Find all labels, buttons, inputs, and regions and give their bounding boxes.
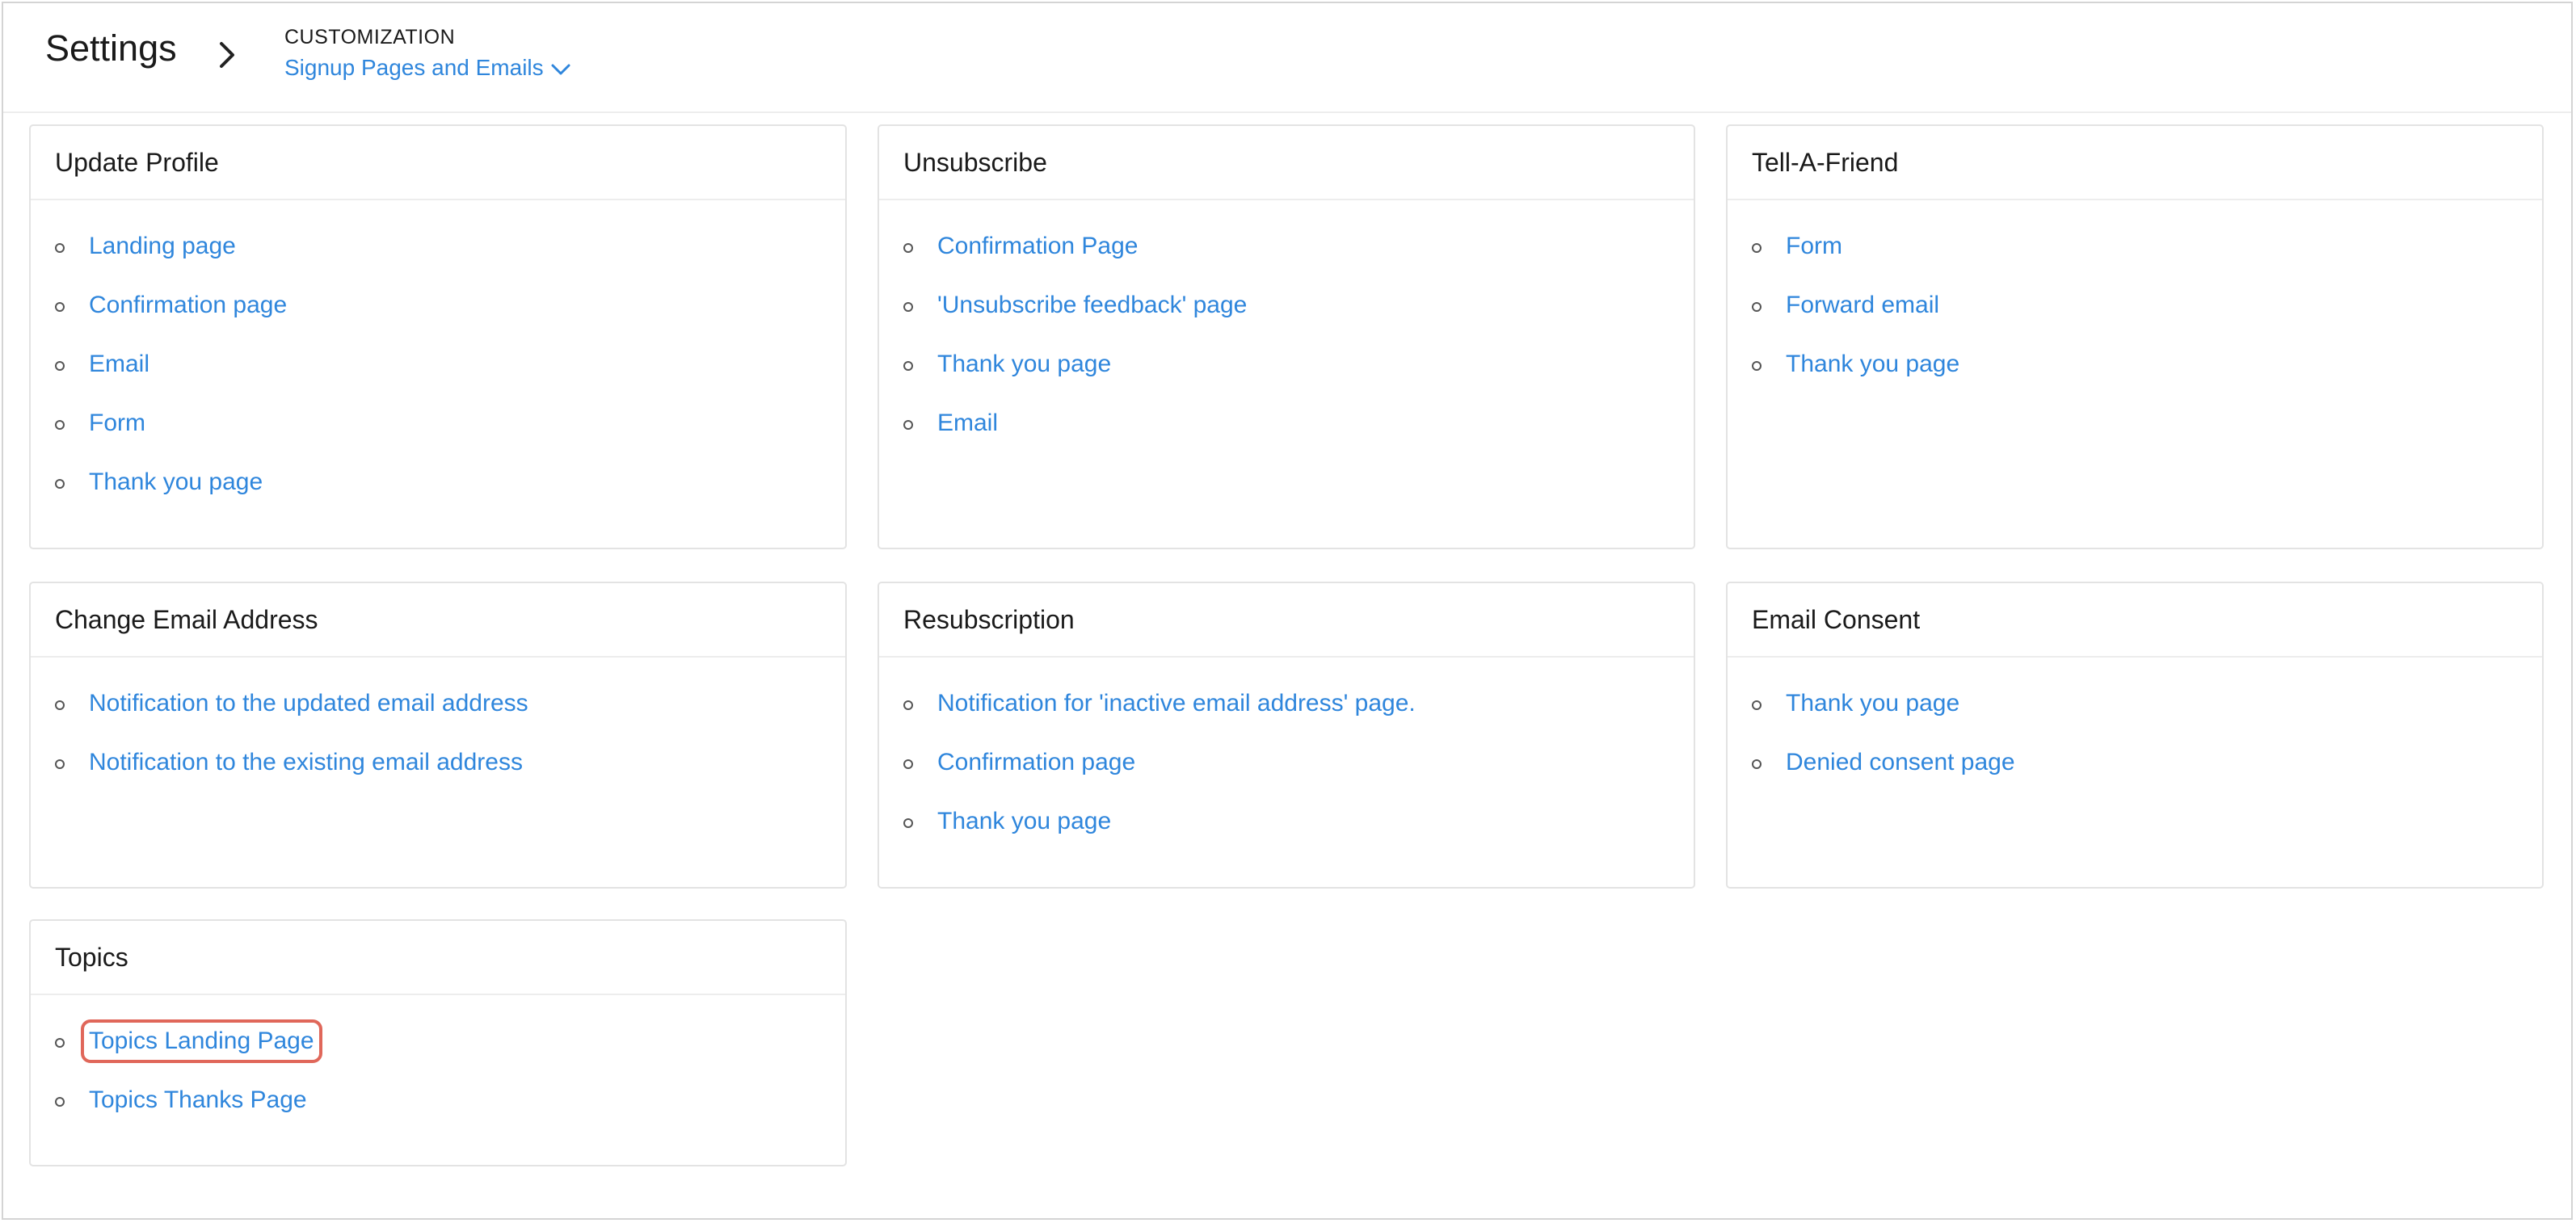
card-title: Topics: [31, 921, 845, 995]
list-item: Notification for 'inactive email address…: [879, 690, 1694, 752]
bullet-icon: [1752, 243, 1762, 253]
card-email-consent: Email Consent Thank you page Denied cons…: [1726, 582, 2544, 889]
bullet-icon: [55, 361, 65, 371]
list-item: Notification to the existing email addre…: [31, 749, 845, 811]
list-item: Email: [31, 351, 845, 413]
list-item: Confirmation Page: [879, 233, 1694, 295]
link-denied-consent-page[interactable]: Denied consent page: [1786, 749, 2015, 776]
breadcrumb-page-dropdown[interactable]: Signup Pages and Emails: [284, 55, 571, 81]
link-thank-you-page[interactable]: Thank you page: [89, 469, 263, 496]
link-email[interactable]: Email: [937, 410, 998, 437]
list-item: Denied consent page: [1728, 749, 2542, 811]
chevron-down-icon: [551, 64, 570, 75]
list-item: Thank you page: [879, 351, 1694, 413]
card-title: Update Profile: [31, 126, 845, 200]
list-item: Thank you page: [31, 469, 845, 531]
link-confirmation-page[interactable]: Confirmation Page: [937, 233, 1138, 260]
link-form[interactable]: Form: [89, 410, 145, 437]
bullet-icon: [55, 759, 65, 769]
card-title: Tell-A-Friend: [1728, 126, 2542, 200]
list-item: Form: [1728, 233, 2542, 295]
bullet-icon: [1752, 700, 1762, 710]
bullet-icon: [55, 243, 65, 253]
card-title: Email Consent: [1728, 583, 2542, 658]
link-thank-you-page[interactable]: Thank you page: [1786, 690, 1959, 717]
link-topics-landing-page[interactable]: Topics Landing Page: [81, 1019, 322, 1063]
link-notification-inactive-email[interactable]: Notification for 'inactive email address…: [937, 690, 1416, 717]
bullet-icon: [1752, 302, 1762, 312]
link-thank-you-page[interactable]: Thank you page: [937, 351, 1111, 378]
list-item: Thank you page: [1728, 351, 2542, 413]
link-landing-page[interactable]: Landing page: [89, 233, 236, 260]
bullet-icon: [903, 420, 913, 430]
list-item: Email: [879, 410, 1694, 472]
list-item: Confirmation page: [879, 749, 1694, 811]
bullet-icon: [903, 243, 913, 253]
list-item: 'Unsubscribe feedback' page: [879, 292, 1694, 354]
bullet-icon: [903, 700, 913, 710]
card-tell-a-friend: Tell-A-Friend Form Forward email Thank y…: [1726, 124, 2544, 549]
bullet-icon: [903, 818, 913, 828]
card-change-email-address: Change Email Address Notification to the…: [29, 582, 847, 889]
list-item: Thank you page: [879, 808, 1694, 870]
app-frame: Settings CUSTOMIZATION Signup Pages and …: [2, 2, 2573, 1220]
bullet-icon: [1752, 361, 1762, 371]
bullet-icon: [55, 302, 65, 312]
link-notification-existing-email[interactable]: Notification to the existing email addre…: [89, 749, 523, 776]
breadcrumb-section: CUSTOMIZATION: [284, 26, 456, 48]
link-thank-you-page[interactable]: Thank you page: [937, 808, 1111, 835]
bullet-icon: [55, 1097, 65, 1107]
page-header: Settings CUSTOMIZATION Signup Pages and …: [3, 3, 2571, 113]
bullet-icon: [55, 420, 65, 430]
list-item: Confirmation page: [31, 292, 845, 354]
list-item: Landing page: [31, 233, 845, 295]
link-form[interactable]: Form: [1786, 233, 1842, 260]
card-update-profile: Update Profile Landing page Confirmation…: [29, 124, 847, 549]
link-email[interactable]: Email: [89, 351, 149, 378]
card-unsubscribe: Unsubscribe Confirmation Page 'Unsubscri…: [878, 124, 1695, 549]
list-item: Topics Landing Page: [31, 1019, 845, 1090]
bullet-icon: [903, 759, 913, 769]
list-item: Forward email: [1728, 292, 2542, 354]
bullet-icon: [903, 361, 913, 371]
link-unsubscribe-feedback-page[interactable]: 'Unsubscribe feedback' page: [937, 292, 1247, 319]
link-thank-you-page[interactable]: Thank you page: [1786, 351, 1959, 378]
card-resubscription: Resubscription Notification for 'inactiv…: [878, 582, 1695, 889]
card-topics: Topics Topics Landing Page Topics Thanks…: [29, 919, 847, 1166]
card-title: Change Email Address: [31, 583, 845, 658]
card-title: Unsubscribe: [879, 126, 1694, 200]
bullet-icon: [55, 1038, 65, 1048]
chevron-right-icon: [220, 42, 234, 68]
list-item: Topics Thanks Page: [31, 1086, 845, 1149]
list-item: Form: [31, 410, 845, 472]
bullet-icon: [55, 700, 65, 710]
breadcrumb-page-label: Signup Pages and Emails: [284, 55, 544, 80]
link-notification-updated-email[interactable]: Notification to the updated email addres…: [89, 690, 528, 717]
bullet-icon: [1752, 759, 1762, 769]
link-confirmation-page[interactable]: Confirmation page: [937, 749, 1135, 776]
link-forward-email[interactable]: Forward email: [1786, 292, 1939, 319]
bullet-icon: [55, 479, 65, 489]
list-item: Notification to the updated email addres…: [31, 690, 845, 752]
bullet-icon: [903, 302, 913, 312]
page-title: Settings: [45, 27, 177, 69]
link-topics-thanks-page[interactable]: Topics Thanks Page: [89, 1086, 307, 1114]
card-title: Resubscription: [879, 583, 1694, 658]
link-confirmation-page[interactable]: Confirmation page: [89, 292, 287, 319]
list-item: Thank you page: [1728, 690, 2542, 752]
